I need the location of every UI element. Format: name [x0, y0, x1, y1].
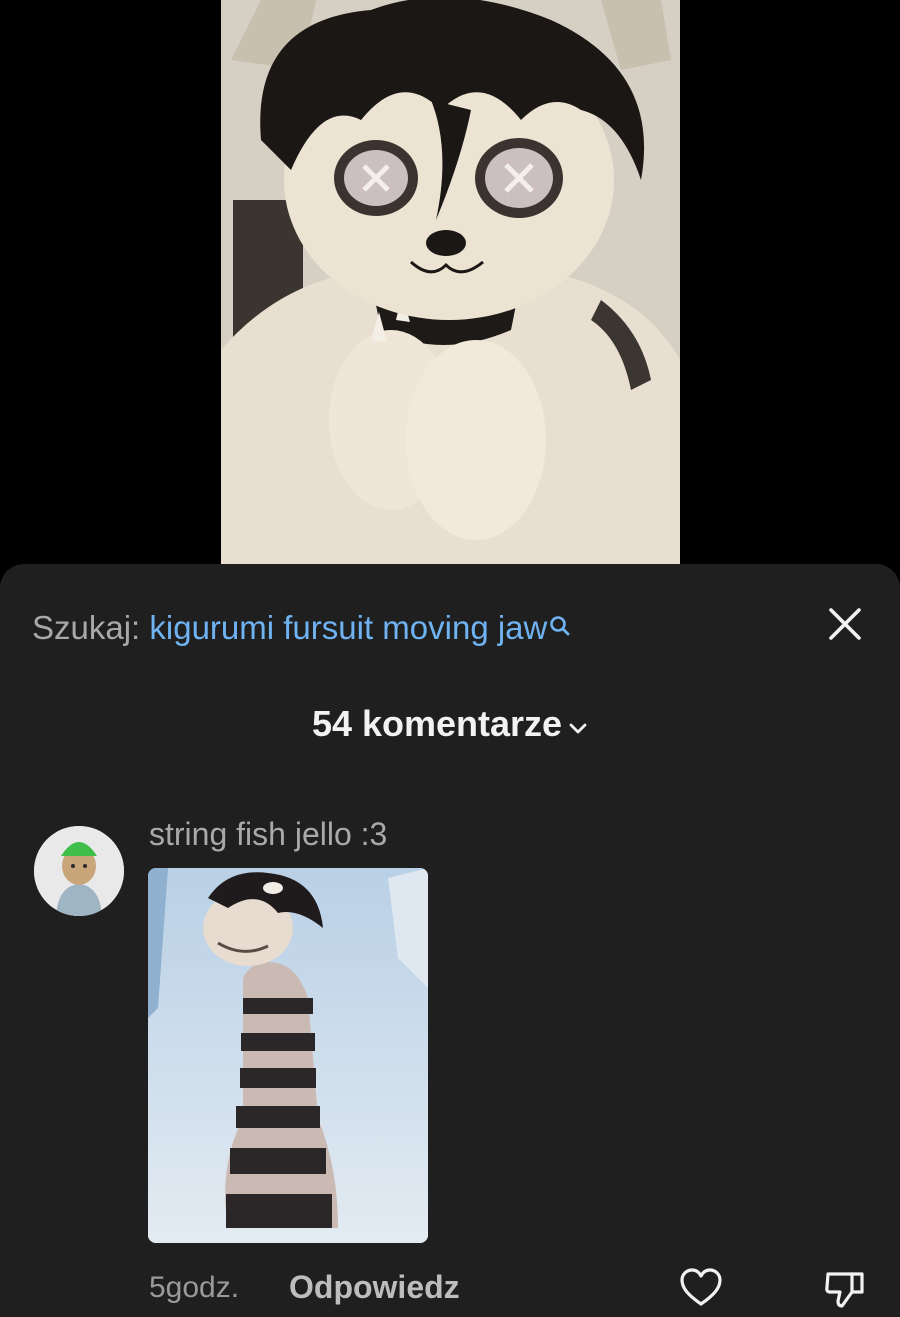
avatar-image [34, 826, 124, 916]
search-icon [549, 608, 571, 648]
comment-time: 5godz. [149, 1271, 240, 1304]
search-suggestion[interactable]: Szukaj: kigurumi fursuit moving jaw [32, 608, 571, 648]
reply-button[interactable]: Odpowiedz [289, 1268, 460, 1306]
like-button[interactable] [678, 1266, 724, 1310]
chevron-down-icon [568, 702, 588, 746]
comments-sheet: Szukaj: kigurumi fursuit moving jaw 54 k… [0, 564, 900, 1317]
comment-actions: 5godz. Odpowiedz [0, 1266, 900, 1310]
fursuit-video-image [221, 0, 680, 564]
video-player[interactable] [221, 0, 680, 564]
comments-count: 54 komentarze [311, 703, 563, 744]
close-icon [829, 608, 861, 640]
search-prefix: Szukaj: [32, 609, 141, 646]
dislike-button[interactable] [822, 1266, 868, 1310]
comment-author[interactable]: string fish jello :3 [149, 814, 387, 854]
heart-icon [680, 1268, 722, 1306]
comments-count-dropdown[interactable]: 54 komentarze [0, 702, 900, 746]
avatar[interactable] [34, 826, 124, 916]
comment-attached-image[interactable] [148, 868, 428, 1243]
creature-gif-image [148, 868, 428, 1243]
thumbs-down-icon [825, 1272, 864, 1308]
search-query-link[interactable]: kigurumi fursuit moving jaw [149, 609, 547, 646]
close-button[interactable] [823, 602, 867, 646]
